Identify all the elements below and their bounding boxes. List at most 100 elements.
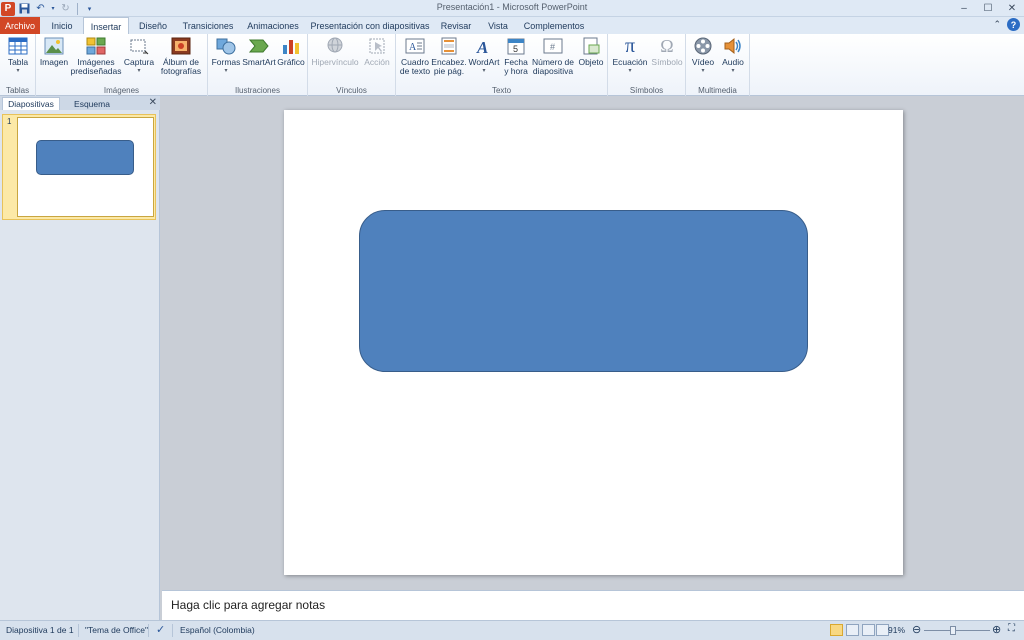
captura-label: Captura — [123, 57, 155, 67]
group-ilustraciones: Formas ▾ SmartArt Gráfico Ilustraciones — [208, 34, 308, 96]
zoom-level[interactable]: 91% — [888, 625, 905, 635]
audio-label: Audio — [722, 57, 744, 67]
window-controls: ‒ ☐ ✕ — [952, 0, 1024, 16]
fecha-hora-button[interactable]: 5 Fecha y hora — [502, 36, 530, 76]
video-button[interactable]: Vídeo ▾ — [688, 36, 718, 75]
encabez-label-2: pie pág. — [433, 66, 465, 76]
thumbnail-rounded-rectangle — [36, 140, 134, 175]
normal-view-icon[interactable] — [830, 624, 843, 636]
tab-revisar[interactable]: Revisar — [436, 17, 476, 34]
tabla-button[interactable]: Tabla ▾ — [4, 36, 32, 75]
tab-vista[interactable]: Vista — [480, 17, 516, 34]
tab-esquema[interactable]: Esquema — [62, 97, 122, 110]
tab-transiciones[interactable]: Transiciones — [178, 17, 238, 34]
calendar-icon: 5 — [506, 36, 526, 56]
rounded-rectangle-shape[interactable] — [359, 210, 808, 372]
smartart-button[interactable]: SmartArt — [242, 36, 276, 67]
formas-button[interactable]: Formas ▾ — [210, 36, 242, 75]
minimize-ribbon-icon[interactable]: ⌃ — [993, 19, 1001, 30]
fit-to-window-icon[interactable]: ⛶ — [1008, 623, 1015, 634]
slide-count: Diapositiva 1 de 1 — [6, 625, 74, 635]
group-multimedia: Vídeo ▾ Audio ▾ Multimedia — [686, 34, 750, 96]
smartart-label: SmartArt — [242, 57, 276, 67]
group-imagenes-label: Imágenes — [103, 86, 140, 95]
omega-icon: Ω — [660, 35, 674, 56]
status-separator — [172, 624, 173, 637]
zoom-slider-thumb[interactable] — [950, 626, 956, 635]
wordart-dropdown-icon: ▾ — [482, 68, 486, 74]
close-pane-icon[interactable]: ✕ — [149, 97, 157, 108]
album-button[interactable]: Álbum de fotografías — [156, 36, 206, 76]
encabezado-pie-button[interactable]: Encabez. pie pág. — [431, 36, 467, 76]
tab-diseno[interactable]: Diseño — [132, 17, 174, 34]
captura-button[interactable]: Captura ▾ — [122, 36, 156, 75]
svg-text:A: A — [476, 38, 488, 55]
ribbon-tabs: Archivo Inicio Insertar Diseño Transicio… — [0, 17, 1024, 35]
zoom-slider[interactable] — [924, 630, 990, 631]
grafico-button[interactable]: Gráfico — [276, 36, 306, 67]
simbolo-button[interactable]: Ω Símbolo — [650, 36, 684, 67]
slide-thumbnail-row[interactable]: 1 — [2, 114, 156, 220]
wordart-label: WordArt — [468, 57, 500, 67]
slide-number-icon: # — [543, 36, 563, 56]
notes-pane[interactable]: Haga clic para agregar notas — [162, 590, 1024, 620]
imagen-button[interactable]: Imagen — [38, 36, 70, 67]
svg-text:5: 5 — [513, 44, 518, 54]
tab-archivo[interactable]: Archivo — [0, 17, 40, 34]
chart-icon — [281, 36, 301, 56]
tab-insertar[interactable]: Insertar — [83, 17, 129, 35]
film-reel-icon — [693, 36, 713, 56]
group-texto-label: Texto — [491, 86, 512, 95]
slide-editing-area — [161, 96, 1024, 590]
title-bar: P ↶ ▾ ↻ ▾ Presentación1 - Microsoft Powe… — [0, 0, 1024, 17]
cuadro-texto-button[interactable]: A Cuadro de texto — [398, 36, 432, 76]
ecuacion-button[interactable]: π Ecuación ▾ — [610, 36, 650, 75]
slide-thumbnail[interactable] — [17, 117, 154, 217]
imagenes-prediseñadas-button[interactable]: Imágenes prediseñadas — [70, 36, 122, 76]
wordart-button[interactable]: A WordArt ▾ — [466, 36, 502, 75]
numero-label-2: diapositiva — [532, 66, 574, 76]
tabla-label: Tabla — [7, 57, 29, 67]
video-dropdown-icon: ▾ — [701, 68, 705, 74]
close-icon[interactable]: ✕ — [1000, 0, 1024, 16]
album-label-2: fotografías — [160, 66, 202, 76]
spelling-check-icon[interactable]: ✓ — [156, 623, 165, 636]
notes-placeholder[interactable]: Haga clic para agregar notas — [171, 598, 325, 612]
help-icon[interactable]: ? — [1007, 18, 1020, 31]
svg-text:A: A — [409, 42, 417, 53]
cuadro-label-2: de texto — [399, 66, 431, 76]
action-icon — [367, 36, 387, 56]
audio-dropdown-icon: ▾ — [731, 68, 735, 74]
numero-diapositiva-button[interactable]: # Número de diapositiva — [530, 36, 576, 76]
hipervinculo-button[interactable]: Hipervínculo — [310, 36, 360, 67]
tab-presentacion[interactable]: Presentación con diapositivas — [308, 17, 432, 34]
slide-canvas[interactable] — [284, 110, 903, 575]
shapes-icon — [216, 36, 236, 56]
captura-dropdown-icon: ▾ — [137, 68, 141, 74]
reading-view-icon[interactable] — [862, 624, 875, 636]
tab-animaciones[interactable]: Animaciones — [242, 17, 304, 34]
slide-sorter-view-icon[interactable] — [846, 624, 859, 636]
objeto-button[interactable]: Objeto — [576, 36, 606, 67]
photo-album-icon — [171, 36, 191, 56]
slides-pane: Diapositivas Esquema ✕ 1 — [0, 96, 160, 620]
audio-button[interactable]: Audio ▾ — [718, 36, 748, 75]
maximize-icon[interactable]: ☐ — [976, 0, 1000, 16]
tab-diapositivas[interactable]: Diapositivas — [2, 97, 60, 110]
group-tablas-label: Tablas — [5, 86, 30, 95]
clip-art-icon — [86, 36, 106, 56]
status-separator — [148, 624, 149, 637]
zoom-out-icon[interactable]: ⊖ — [912, 623, 921, 636]
svg-text:#: # — [550, 42, 555, 52]
pi-icon: π — [624, 34, 636, 57]
tab-inicio[interactable]: Inicio — [44, 17, 80, 34]
language[interactable]: Español (Colombia) — [180, 625, 255, 635]
accion-label: Acción — [364, 57, 390, 67]
zoom-in-icon[interactable]: ⊕ — [992, 623, 1001, 636]
screenshot-icon — [129, 36, 149, 56]
minimize-icon[interactable]: ‒ — [952, 0, 976, 16]
speaker-icon — [723, 36, 743, 56]
tab-complementos[interactable]: Complementos — [520, 17, 588, 34]
help-area: ⌃ ? — [993, 18, 1020, 31]
accion-button[interactable]: Acción — [360, 36, 394, 67]
